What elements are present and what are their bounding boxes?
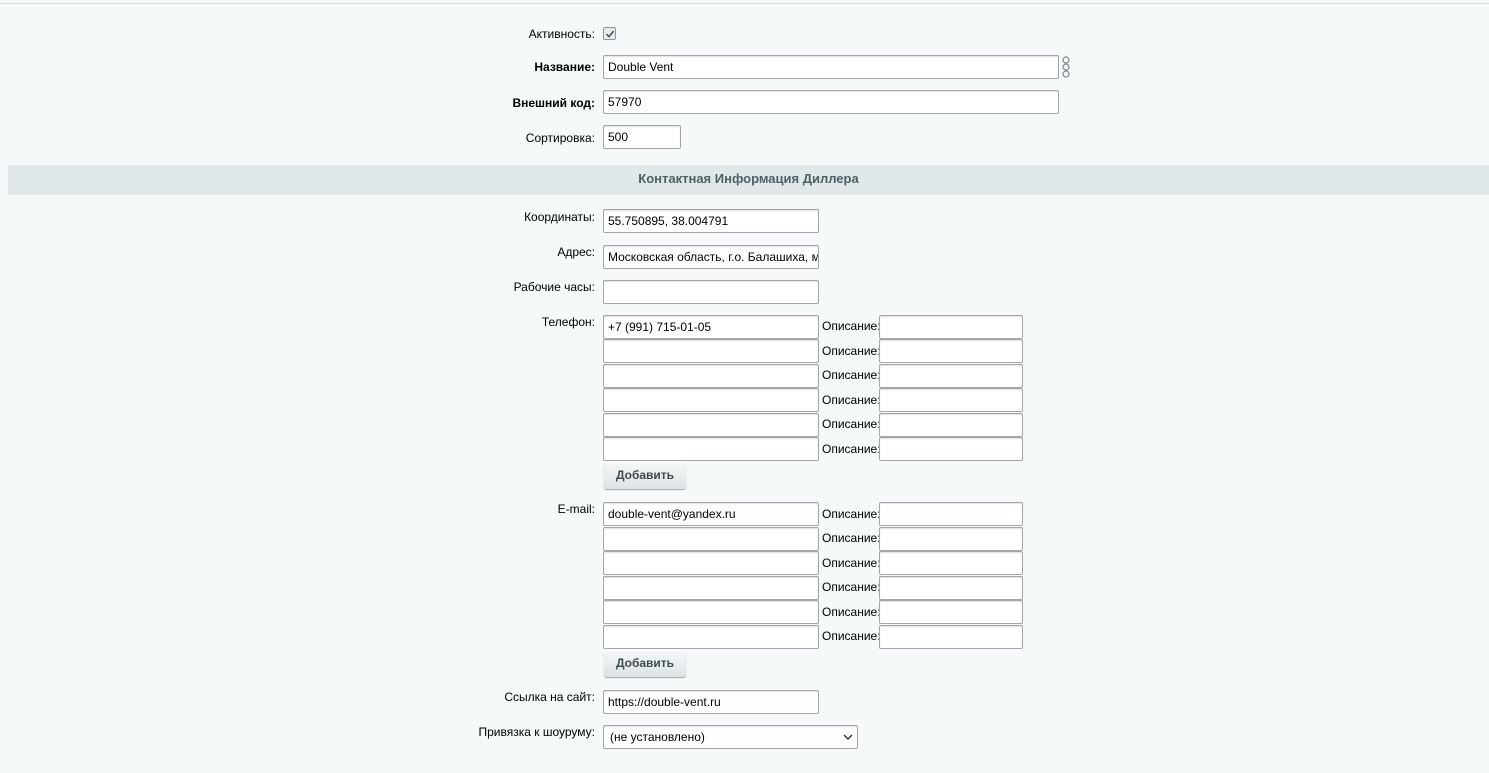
email-input[interactable] (603, 625, 819, 649)
external-code-label: Внешний код: (512, 96, 595, 110)
email-desc-label: Описание: (822, 580, 881, 594)
phone-input[interactable] (603, 339, 819, 363)
address-input[interactable]: Московская область, г.о. Балашиха, м (603, 245, 819, 269)
site-label: Ссылка на сайт: (504, 690, 595, 704)
coords-input[interactable]: 55.750895, 38.004791 (603, 209, 819, 233)
email-desc-label: Описание: (822, 629, 881, 643)
coords-label: Координаты: (524, 210, 595, 224)
email-desc-input[interactable] (879, 551, 1023, 575)
phone-input[interactable] (603, 388, 819, 412)
phone-input[interactable]: +7 (991) 715-01-05 (603, 315, 819, 339)
email-input[interactable] (603, 600, 819, 624)
phone-input[interactable] (603, 413, 819, 437)
phone-input[interactable] (603, 437, 819, 461)
phone-desc-input[interactable] (879, 315, 1023, 339)
email-desc-label: Описание: (822, 531, 881, 545)
top-divider (0, 3, 1489, 4)
showroom-label: Привязка к шоуруму: (478, 725, 595, 739)
phone-desc-label: Описание: (822, 393, 881, 407)
add-email-button[interactable]: Добавить (604, 650, 686, 677)
phone-desc-label: Описание: (822, 368, 881, 382)
section-header: Контактная Информация Диллера (8, 165, 1489, 195)
email-input[interactable]: double-vent@yandex.ru (603, 502, 819, 526)
sort-input[interactable]: 500 (603, 125, 681, 149)
add-phone-button[interactable]: Добавить (604, 462, 686, 489)
sort-label: Сортировка: (525, 131, 595, 145)
activity-checkbox[interactable] (603, 27, 616, 40)
phone-desc-label: Описание: (822, 442, 881, 456)
phone-desc-label: Описание: (822, 417, 881, 431)
translit-icon[interactable] (1061, 56, 1071, 78)
email-desc-input[interactable] (879, 600, 1023, 624)
email-input[interactable] (603, 551, 819, 575)
phone-desc-input[interactable] (879, 364, 1023, 388)
email-desc-input[interactable] (879, 502, 1023, 526)
email-desc-label: Описание: (822, 605, 881, 619)
email-desc-label: Описание: (822, 507, 881, 521)
activity-label: Активность: (528, 27, 595, 41)
email-label: E-mail: (557, 502, 595, 516)
showroom-select[interactable]: (не установлено) (603, 725, 858, 749)
email-desc-input[interactable] (879, 625, 1023, 649)
phone-desc-label: Описание: (822, 319, 881, 333)
phone-desc-input[interactable] (879, 388, 1023, 412)
email-desc-label: Описание: (822, 556, 881, 570)
phone-desc-input[interactable] (879, 413, 1023, 437)
phone-desc-input[interactable] (879, 437, 1023, 461)
phone-desc-label: Описание: (822, 344, 881, 358)
hours-input[interactable] (603, 280, 819, 304)
name-label: Название: (534, 60, 595, 74)
phone-input[interactable] (603, 364, 819, 388)
chevron-down-icon (843, 734, 853, 740)
address-label: Адрес: (557, 245, 595, 259)
email-desc-input[interactable] (879, 576, 1023, 600)
phone-label: Телефон: (541, 315, 595, 329)
showroom-select-value: (не установлено) (610, 730, 705, 744)
email-desc-input[interactable] (879, 527, 1023, 551)
phone-desc-input[interactable] (879, 339, 1023, 363)
name-input[interactable]: Double Vent (603, 55, 1059, 79)
check-icon (605, 30, 615, 38)
external-code-input[interactable]: 57970 (603, 90, 1059, 114)
hours-label: Рабочие часы: (513, 280, 595, 294)
email-input[interactable] (603, 527, 819, 551)
email-input[interactable] (603, 576, 819, 600)
site-input[interactable]: https://double-vent.ru (603, 690, 819, 714)
